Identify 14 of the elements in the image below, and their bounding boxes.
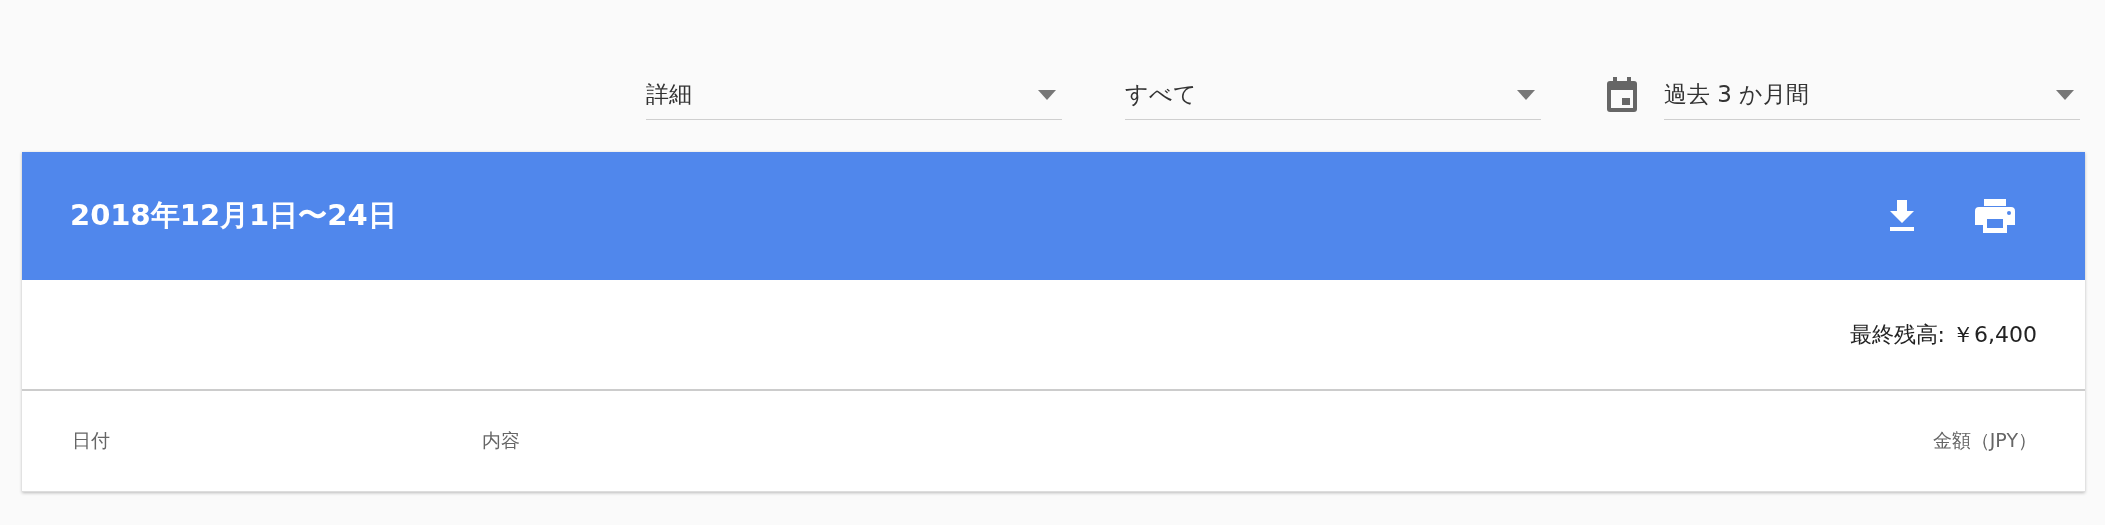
caret-icon <box>1517 89 1535 100</box>
caret-icon <box>1038 89 1056 100</box>
print-button[interactable] <box>1975 199 2015 233</box>
column-header: 金額（JPY） <box>1932 428 2037 453</box>
column-header: 日付 <box>72 428 111 453</box>
caret-icon <box>2056 89 2074 100</box>
filter-dropdown[interactable]: すべて <box>1125 70 1541 120</box>
statement-title: 2018年12月1日〜24日 <box>70 197 398 234</box>
filter-dropdown[interactable]: 過去 3 か月間 <box>1664 70 2080 120</box>
calendar-icon <box>1605 76 1639 114</box>
column-header: 内容 <box>482 428 521 453</box>
download-button[interactable] <box>1887 200 1917 232</box>
final-balance: 最終残高: ￥6,400 <box>1849 320 2037 349</box>
filter-dropdown[interactable]: 詳細 <box>646 70 1062 120</box>
